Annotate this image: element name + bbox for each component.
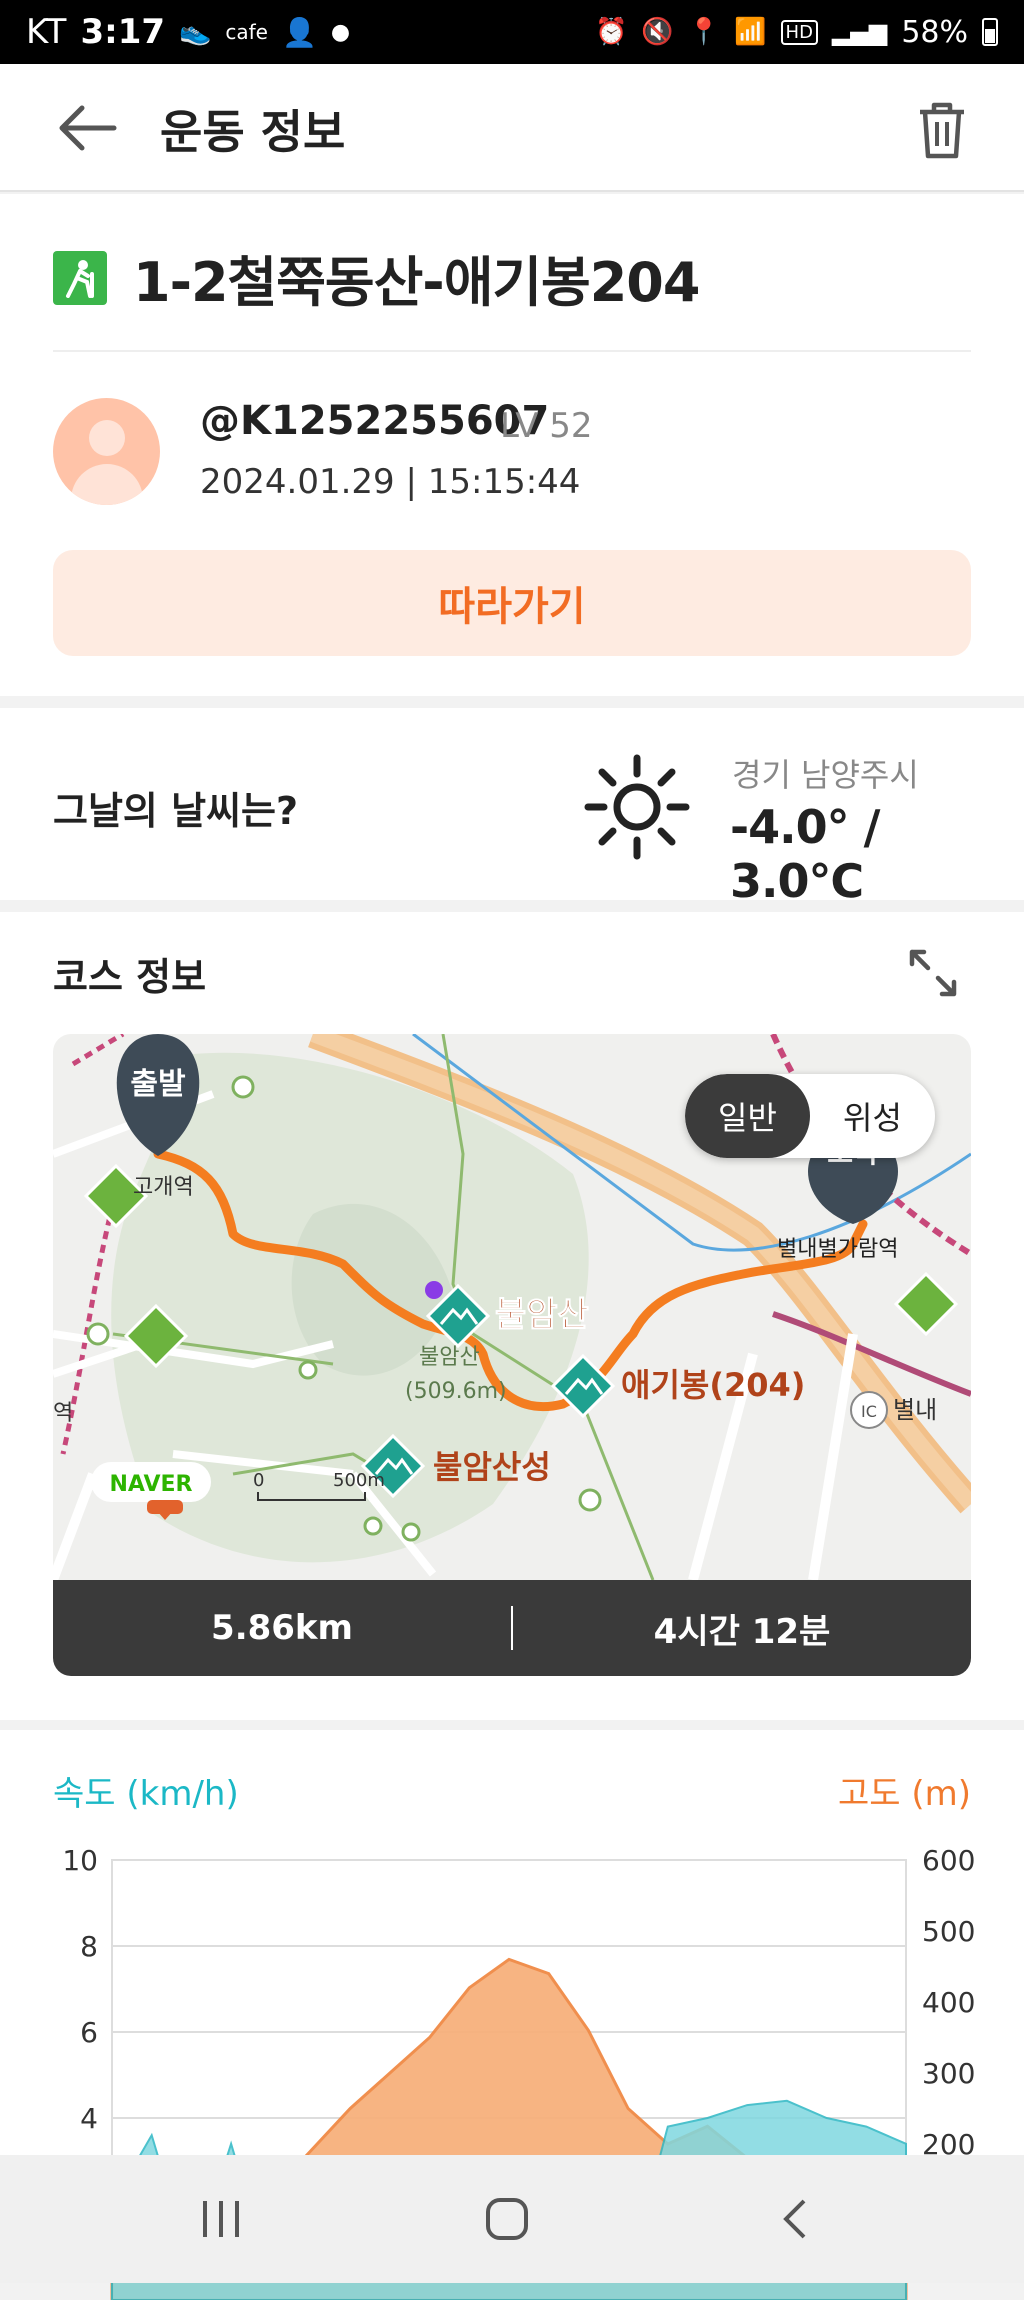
dot-icon: ● [330, 19, 351, 45]
naver-logo: NAVER [110, 1472, 193, 1497]
map-label-byeollae-station: 별내별가람역 [777, 1237, 898, 1262]
back-button[interactable] [58, 102, 118, 154]
y-right-tick-label: 300 [922, 2057, 975, 2090]
distance-value: 5.86km [211, 1608, 353, 1648]
battery-percent: 58% [901, 14, 968, 50]
recent-apps-button[interactable] [186, 2193, 256, 2245]
map-label-byeollae: 별내 [893, 1396, 937, 1424]
level-badge: LV 52 [500, 406, 593, 446]
wifi-icon: 📶 [734, 17, 767, 47]
location-icon: 📍 [687, 17, 721, 47]
status-bar: KT 3:17 👟 cafe 👤 ● ⏰ 🔇 📍 📶 HD ▂▄▆ 58% [0, 0, 1024, 64]
map-label-ic: IC [861, 1402, 877, 1421]
chevron-left-icon [783, 2199, 806, 2239]
y-left-tick-label: 6 [80, 2016, 98, 2049]
weather-question: 그날의 날씨는? [53, 789, 299, 833]
y-left-tick-label: 8 [80, 1930, 98, 1963]
course-section: 코스 정보 출발 고개역 역 불암산 불암산 (509.6m) 애기봉(204)… [0, 912, 1024, 1720]
system-back-button[interactable] [760, 2193, 830, 2245]
sun-icon [584, 754, 690, 860]
person-add-icon: 👤 [282, 15, 317, 49]
app-bar: 운동 정보 [0, 64, 1024, 192]
avatar[interactable] [53, 398, 160, 505]
workout-datetime: 2024.01.29 | 15:15:44 [200, 462, 581, 502]
course-title: 1-2철쭉동산-애기봉204 [133, 251, 700, 314]
carrier-label: KT [26, 12, 67, 52]
page-title: 운동 정보 [160, 105, 346, 159]
arrow-left-icon [59, 105, 117, 151]
recent-apps-icon [203, 2201, 239, 2237]
divider [53, 350, 971, 352]
course-section-title: 코스 정보 [53, 955, 207, 999]
y-left-tick-label: 10 [62, 1844, 98, 1877]
altitude-axis-label: 고도 (m) [837, 1774, 971, 1814]
delete-button[interactable] [916, 100, 968, 160]
map-label-station-left2: 역 [53, 1401, 73, 1426]
map-label-bulamsanseong: 불암산성 [433, 1448, 551, 1486]
cafe-label: cafe [225, 20, 268, 44]
y-right-tick-label: 500 [922, 1915, 975, 1948]
duration-value: 4시간 12분 [653, 1611, 831, 1652]
hiking-icon [53, 250, 107, 305]
map-type-satellite[interactable]: 위성 [810, 1074, 935, 1158]
system-nav-bar [0, 2155, 1024, 2283]
follow-button[interactable]: 따라가기 [53, 550, 971, 656]
hd-badge: HD [780, 19, 818, 45]
map-label-bulamsan-height: (509.6m) [405, 1379, 507, 1404]
scale-zero: 0 [253, 1470, 264, 1491]
y-right-tick-label: 600 [922, 1844, 975, 1877]
weather-location: 경기 남양주시 [732, 756, 919, 794]
expand-icon [909, 949, 957, 997]
home-icon [486, 2198, 528, 2240]
y-right-tick-label: 400 [922, 1986, 975, 2019]
course-stats-bar: 5.86km 4시간 12분 [53, 1580, 971, 1676]
shoe-icon: 👟 [179, 17, 212, 47]
map-type-toggle: 일반 위성 [685, 1074, 935, 1158]
mute-icon: 🔇 [641, 17, 674, 47]
y-left-tick-label: 4 [80, 2102, 98, 2135]
speed-axis-label: 속도 (km/h) [53, 1774, 239, 1814]
home-button[interactable] [472, 2193, 542, 2245]
map-label-station-left: 고개역 [133, 1175, 194, 1200]
workout-summary: 1-2철쭉동산-애기봉204 @K1252255607 LV 52 2024.0… [0, 194, 1024, 696]
clock: 3:17 [80, 12, 166, 52]
weather-section: 그날의 날씨는? 경기 남양주시 -4.0° / 3.0℃ [0, 708, 1024, 908]
alarm-icon: ⏰ [595, 17, 628, 47]
battery-icon [982, 18, 998, 46]
trash-icon [920, 102, 964, 159]
map-type-general[interactable]: 일반 [685, 1074, 810, 1158]
weather-temperature: -4.0° / 3.0℃ [730, 800, 880, 908]
scale-500m: 500m [333, 1470, 385, 1491]
map-label-bulamsan: 불암산 [495, 1295, 589, 1335]
expand-map-button[interactable] [906, 946, 960, 1000]
course-map[interactable]: 출발 도착 [53, 1034, 971, 1580]
map-label-bulamsan-small: 불암산 [419, 1345, 480, 1370]
username[interactable]: @K1252255607 [200, 398, 549, 444]
map-label-aegibong: 애기봉(204) [621, 1366, 805, 1404]
start-marker-label: 출발 [130, 1067, 186, 1102]
signal-icon: ▂▄▆ [831, 18, 888, 46]
